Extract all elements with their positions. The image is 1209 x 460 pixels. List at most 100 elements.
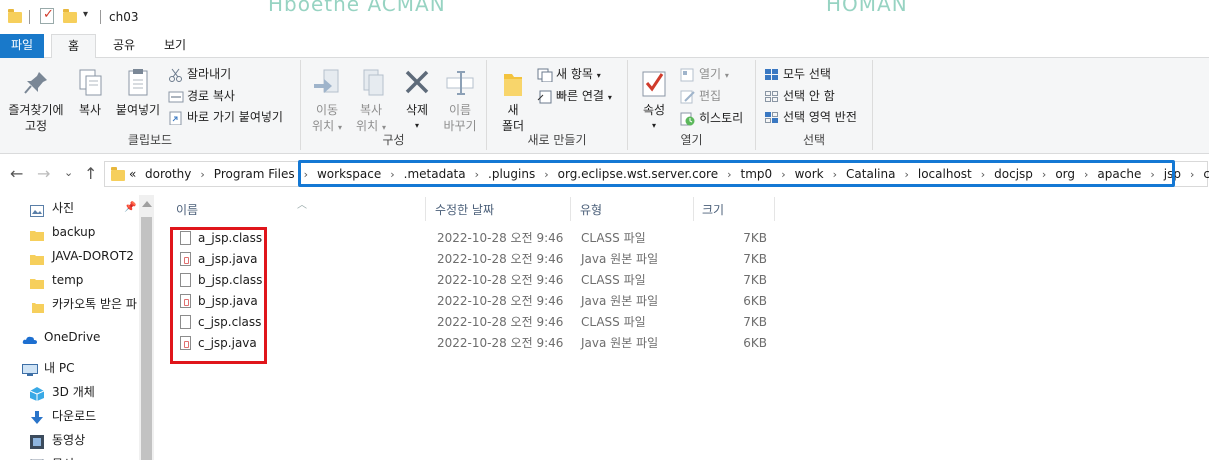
- new-folder-button[interactable]: 새 폴더: [495, 66, 531, 134]
- 3d-objects-icon: [29, 386, 45, 401]
- column-header-name[interactable]: 이름: [176, 195, 198, 225]
- breadcrumb-separator-icon[interactable]: ›: [1190, 163, 1194, 187]
- open-group-label: 열기: [680, 133, 703, 147]
- recent-locations-icon[interactable]: ⌄: [64, 166, 73, 179]
- sort-ascending-icon: ︿: [297, 200, 307, 211]
- edit-icon: [680, 90, 696, 104]
- videos-icon: [30, 434, 44, 449]
- file-size: 7KB: [743, 252, 767, 266]
- divider: [100, 10, 101, 24]
- paste-button[interactable]: 붙여넣기: [112, 66, 164, 118]
- select-none-button[interactable]: 선택 안 함: [764, 86, 835, 106]
- new-folder-quick-icon[interactable]: [63, 9, 77, 23]
- copy-path-icon: [168, 90, 184, 104]
- scroll-thumb[interactable]: [141, 217, 152, 460]
- pictures-icon: [30, 202, 44, 217]
- column-divider[interactable]: [425, 197, 426, 221]
- tab-view[interactable]: 보기: [155, 34, 195, 58]
- edit-button[interactable]: 편집: [680, 86, 721, 106]
- column-header-size[interactable]: 크기: [702, 195, 724, 225]
- folder-icon: [30, 250, 44, 265]
- delete-button[interactable]: 삭제 ▾: [399, 66, 435, 134]
- move-to-button[interactable]: 이동 위치 ▾: [307, 66, 347, 136]
- file-size: 7KB: [743, 315, 767, 329]
- pin-to-quick-access-button[interactable]: 즐겨찾기에 고정: [4, 66, 68, 134]
- copy-button[interactable]: 복사: [72, 66, 108, 118]
- open-button[interactable]: 열기 ▾: [680, 64, 729, 84]
- scissors-icon: [168, 68, 184, 82]
- select-none-icon: [764, 90, 780, 104]
- open-group: 속성 ▾ 열기 ▾ 편집 히스토리 열기: [628, 60, 756, 150]
- folder-icon: [8, 9, 22, 23]
- file-type: Java 원본 파일: [581, 252, 659, 266]
- breadcrumb-item[interactable]: ch03: [1203, 162, 1209, 186]
- select-all-button[interactable]: 모두 선택: [764, 64, 831, 84]
- file-date: 2022-10-28 오전 9:46: [437, 315, 564, 329]
- file-size: 6KB: [743, 294, 767, 308]
- column-divider[interactable]: [570, 197, 571, 221]
- organize-group-label: 구성: [382, 133, 405, 147]
- history-button[interactable]: 히스토리: [680, 108, 743, 128]
- select-all-icon: [764, 68, 780, 82]
- easy-access-icon: [537, 90, 553, 104]
- invert-selection-button[interactable]: 선택 영역 반전: [764, 107, 857, 127]
- highlight-box: [298, 160, 1175, 187]
- copy-to-button[interactable]: 복사 위치 ▾: [351, 66, 391, 136]
- tab-share[interactable]: 공유: [104, 34, 144, 58]
- rename-button[interactable]: 이름 바꾸기: [439, 66, 481, 134]
- column-divider[interactable]: [774, 197, 775, 221]
- background-window-text: HOMAN: [826, 0, 908, 16]
- paste-shortcut-button[interactable]: 바로 가기 붙여넣기: [168, 107, 283, 127]
- highlight-box: [170, 227, 267, 364]
- column-header-type[interactable]: 유형: [580, 195, 602, 225]
- move-to-icon: [310, 66, 344, 100]
- file-size: 6KB: [743, 336, 767, 350]
- rename-icon: [443, 66, 477, 100]
- breadcrumb-separator-icon[interactable]: ›: [200, 163, 204, 187]
- breadcrumb-item[interactable]: Program Files: [214, 162, 295, 186]
- copy-path-button[interactable]: 경로 복사: [168, 86, 235, 106]
- nav-item-kakaotalk[interactable]: 카카오톡 받은 파: [32, 293, 142, 315]
- tab-file[interactable]: 파일: [0, 34, 44, 58]
- forward-arrow-icon[interactable]: →: [37, 164, 50, 183]
- properties-check-icon: [637, 66, 671, 100]
- organize-group: 이동 위치 ▾ 복사 위치 ▾ 삭제 ▾ 이름 바꾸기 구성: [301, 60, 487, 150]
- folder-icon: [32, 298, 44, 313]
- back-arrow-icon[interactable]: ←: [10, 164, 23, 183]
- new-group-label: 새로 만들기: [527, 133, 587, 147]
- easy-access-button[interactable]: 빠른 연결 ▾: [537, 86, 612, 106]
- history-icon: [680, 112, 696, 126]
- file-date: 2022-10-28 오전 9:46: [437, 252, 564, 266]
- new-item-button[interactable]: 새 항목 ▾: [537, 64, 601, 84]
- file-type: Java 원본 파일: [581, 336, 659, 350]
- clipboard-group-label: 클립보드: [127, 133, 173, 147]
- select-group-label: 선택: [802, 133, 826, 147]
- column-header-date[interactable]: 수정한 날짜: [435, 195, 494, 225]
- breadcrumb-item[interactable]: dorothy: [145, 162, 191, 186]
- pin-icon[interactable]: 📌: [124, 197, 136, 219]
- column-divider[interactable]: [693, 197, 694, 221]
- address-bar[interactable]: « dorothy › Program Files › workspace › .metad…: [104, 160, 1209, 187]
- file-date: 2022-10-28 오전 9:46: [437, 294, 564, 308]
- file-type: Java 원본 파일: [581, 294, 659, 308]
- scroll-up-icon[interactable]: [142, 201, 152, 207]
- window-title: ch03: [109, 10, 139, 24]
- onedrive-icon: [22, 331, 37, 344]
- folder-icon: [111, 167, 125, 181]
- cut-button[interactable]: 잘라내기: [168, 64, 231, 84]
- new-group: 새 폴더 새 항목 ▾ 빠른 연결 ▾ 새로 만들기: [487, 60, 628, 150]
- properties-quick-icon[interactable]: ✓: [40, 7, 54, 24]
- paste-icon: [121, 66, 155, 100]
- customize-quick-access-icon[interactable]: ▾: [83, 9, 88, 20]
- tab-home[interactable]: 홈: [51, 34, 96, 59]
- properties-button[interactable]: 속성 ▾: [636, 66, 672, 134]
- up-arrow-icon[interactable]: ↑: [84, 164, 97, 183]
- breadcrumb-overflow[interactable]: «: [129, 162, 136, 186]
- invert-selection-icon: [764, 111, 780, 125]
- file-size: 7KB: [743, 231, 767, 245]
- file-type: CLASS 파일: [581, 273, 646, 287]
- copy-icon: [73, 66, 107, 100]
- new-folder-icon: [496, 66, 530, 100]
- nav-pane-scrollbar[interactable]: [139, 195, 154, 460]
- file-list: ︿ 이름 수정한 날짜 유형 크기 a_jsp.class 2022-10-28 …: [154, 195, 1209, 460]
